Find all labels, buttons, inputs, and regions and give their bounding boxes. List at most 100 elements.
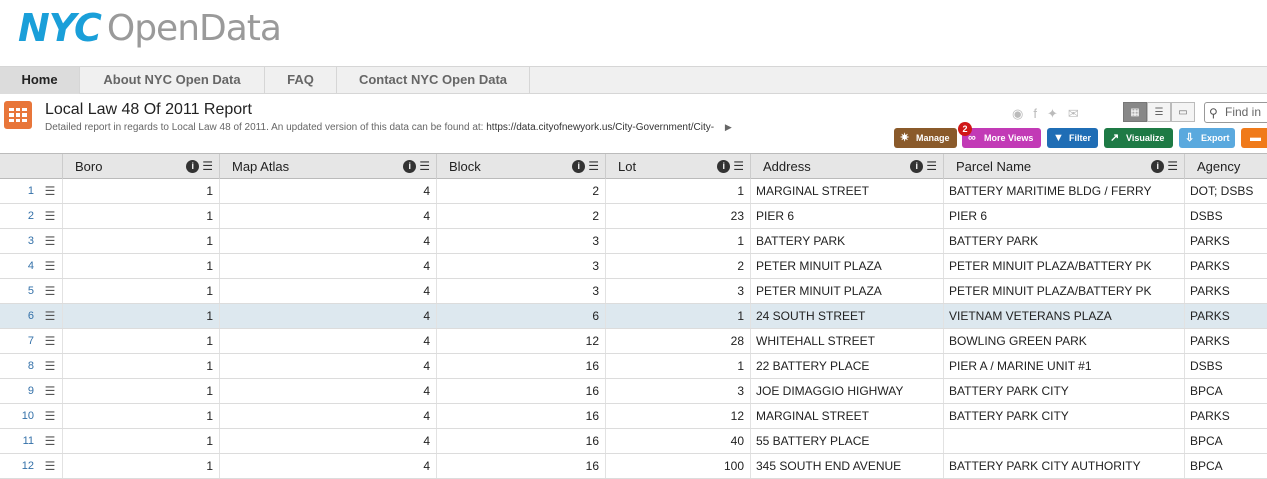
- table-cell[interactable]: 100: [605, 454, 750, 478]
- row-number[interactable]: 5: [0, 279, 38, 303]
- table-cell[interactable]: BATTERY PARK CITY AUTHORITY: [943, 454, 1184, 478]
- table-row[interactable]: 8 ☰ 1 4 16 1 22 BATTERY PLACE PIER A / MARINE U…: [0, 354, 1267, 379]
- column-header[interactable]: Block i ☰: [436, 154, 605, 179]
- tab-home[interactable]: Home: [0, 67, 80, 94]
- table-cell[interactable]: PARKS: [1184, 229, 1267, 253]
- visualize-button[interactable]: ↗ Visualize: [1104, 128, 1173, 148]
- table-cell[interactable]: 1: [62, 204, 219, 228]
- rss-icon[interactable]: ◉: [1012, 106, 1023, 122]
- table-cell[interactable]: 4: [219, 304, 436, 328]
- table-cell[interactable]: 1: [62, 254, 219, 278]
- table-cell[interactable]: 1: [62, 454, 219, 478]
- table-cell[interactable]: 345 SOUTH END AVENUE: [750, 454, 943, 478]
- column-menu-icons[interactable]: i ☰: [1151, 154, 1178, 179]
- table-cell[interactable]: 23: [605, 204, 750, 228]
- table-cell[interactable]: 1: [605, 304, 750, 328]
- column-header[interactable]: Map Atlas i ☰: [219, 154, 436, 179]
- table-cell[interactable]: MARGINAL STREET: [750, 404, 943, 428]
- table-cell[interactable]: 4: [219, 254, 436, 278]
- table-cell[interactable]: 1: [62, 404, 219, 428]
- table-cell[interactable]: 40: [605, 429, 750, 453]
- info-icon[interactable]: i: [186, 160, 200, 174]
- info-icon[interactable]: i: [1151, 160, 1165, 174]
- table-cell[interactable]: 4: [219, 429, 436, 453]
- row-menu-icon[interactable]: ☰: [38, 279, 62, 303]
- facebook-icon[interactable]: f: [1033, 106, 1037, 122]
- table-cell[interactable]: 22 BATTERY PLACE: [750, 354, 943, 378]
- table-cell[interactable]: 3: [436, 279, 605, 303]
- table-cell[interactable]: 1: [62, 179, 219, 203]
- row-menu-icon[interactable]: ☰: [38, 254, 62, 278]
- list-menu-icon[interactable]: ☰: [419, 159, 430, 173]
- table-cell[interactable]: 1: [62, 429, 219, 453]
- row-menu-icon[interactable]: ☰: [38, 179, 62, 203]
- row-menu-icon[interactable]: ☰: [38, 454, 62, 478]
- list-menu-icon[interactable]: ☰: [733, 159, 744, 173]
- row-menu-icon[interactable]: ☰: [38, 229, 62, 253]
- table-cell[interactable]: 4: [219, 229, 436, 253]
- tab-contact[interactable]: Contact NYC Open Data: [337, 67, 530, 94]
- column-header[interactable]: Lot i ☰: [605, 154, 750, 179]
- find-input[interactable]: ⚲ Find in: [1204, 102, 1267, 123]
- table-row[interactable]: 5 ☰ 1 4 3 3 PETER MINUIT PLAZA PETER MINUIT PLA…: [0, 279, 1267, 304]
- table-cell[interactable]: 12: [605, 404, 750, 428]
- row-number[interactable]: 6: [0, 304, 38, 328]
- row-number[interactable]: 4: [0, 254, 38, 278]
- table-cell[interactable]: 24 SOUTH STREET: [750, 304, 943, 328]
- table-cell[interactable]: 4: [219, 454, 436, 478]
- table-cell[interactable]: 1: [62, 229, 219, 253]
- table-cell[interactable]: DOT; DSBS: [1184, 179, 1267, 203]
- table-cell[interactable]: 4: [219, 354, 436, 378]
- row-number[interactable]: 1: [0, 179, 38, 203]
- row-number[interactable]: 10: [0, 404, 38, 428]
- table-cell[interactable]: 4: [219, 379, 436, 403]
- row-number[interactable]: 3: [0, 229, 38, 253]
- table-row[interactable]: 1 ☰ 1 4 2 1 MARGINAL STREET BATTERY MARITIME BL…: [0, 179, 1267, 204]
- row-number[interactable]: 12: [0, 454, 38, 478]
- table-row[interactable]: 12 ☰ 1 4 16 100 345 SOUTH END AVENUE BATTERY PA…: [0, 454, 1267, 479]
- table-cell[interactable]: BATTERY PARK CITY: [943, 379, 1184, 403]
- table-cell[interactable]: PIER 6: [750, 204, 943, 228]
- column-menu-icons[interactable]: i ☰: [910, 154, 937, 179]
- row-menu-icon[interactable]: ☰: [38, 329, 62, 353]
- table-cell[interactable]: 1: [62, 329, 219, 353]
- table-cell[interactable]: BPCA: [1184, 379, 1267, 403]
- table-cell[interactable]: 3: [605, 379, 750, 403]
- table-cell[interactable]: 4: [219, 279, 436, 303]
- table-cell[interactable]: PARKS: [1184, 254, 1267, 278]
- column-menu-icons[interactable]: i ☰: [186, 154, 213, 179]
- list-menu-icon[interactable]: ☰: [588, 159, 599, 173]
- twitter-icon[interactable]: ✦: [1047, 106, 1058, 122]
- table-cell[interactable]: DSBS: [1184, 204, 1267, 228]
- more-views-button[interactable]: ∞ More Views: [962, 128, 1041, 148]
- row-menu-icon[interactable]: ☰: [38, 354, 62, 378]
- table-cell[interactable]: 2: [605, 254, 750, 278]
- table-cell[interactable]: MARGINAL STREET: [750, 179, 943, 203]
- table-cell[interactable]: 1: [605, 354, 750, 378]
- table-cell[interactable]: 6: [436, 304, 605, 328]
- table-cell[interactable]: PETER MINUIT PLAZA/BATTERY PK: [943, 254, 1184, 278]
- table-cell[interactable]: 1: [605, 179, 750, 203]
- table-cell[interactable]: BATTERY PARK: [750, 229, 943, 253]
- table-cell[interactable]: 4: [219, 179, 436, 203]
- table-cell[interactable]: 4: [219, 329, 436, 353]
- row-menu-icon[interactable]: ☰: [38, 379, 62, 403]
- column-menu-icons[interactable]: i ☰: [717, 154, 744, 179]
- row-view-icon[interactable]: ☰: [1147, 102, 1171, 122]
- description-link[interactable]: https://data.cityofnewyork.us/City-Gover…: [486, 122, 714, 133]
- table-cell[interactable]: BATTERY PARK CITY: [943, 404, 1184, 428]
- table-cell[interactable]: 16: [436, 379, 605, 403]
- list-menu-icon[interactable]: ☰: [926, 159, 937, 173]
- email-icon[interactable]: ✉: [1068, 106, 1079, 122]
- table-cell[interactable]: 16: [436, 429, 605, 453]
- table-cell[interactable]: 1: [62, 379, 219, 403]
- table-cell[interactable]: 1: [62, 354, 219, 378]
- table-cell[interactable]: 28: [605, 329, 750, 353]
- table-cell[interactable]: 4: [219, 404, 436, 428]
- row-menu-icon[interactable]: ☰: [38, 304, 62, 328]
- info-icon[interactable]: i: [717, 160, 731, 174]
- table-cell[interactable]: WHITEHALL STREET: [750, 329, 943, 353]
- manage-button[interactable]: ✷ Manage: [894, 128, 957, 148]
- page-view-icon[interactable]: ▭: [1171, 102, 1195, 122]
- table-cell[interactable]: 16: [436, 354, 605, 378]
